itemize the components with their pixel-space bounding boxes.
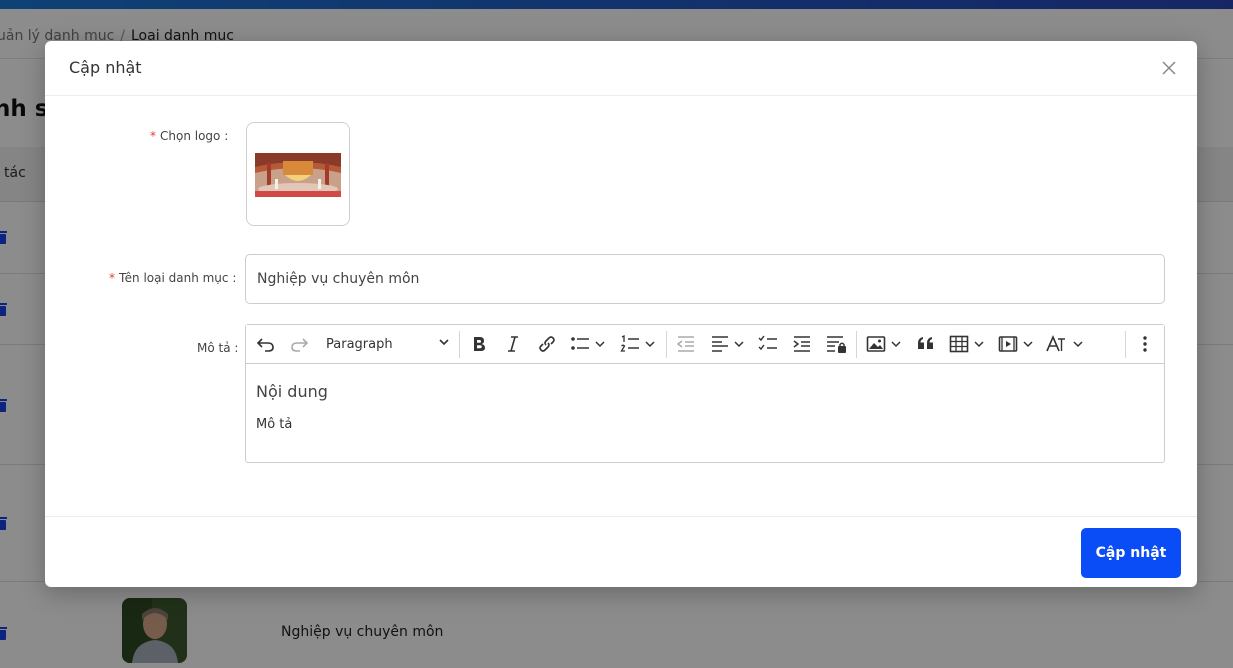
logo-preview-image xyxy=(255,153,341,197)
undo-icon[interactable] xyxy=(256,333,276,355)
redo-icon[interactable] xyxy=(289,333,309,355)
editor-content[interactable]: Nội dung Mô tả xyxy=(246,365,1164,462)
bold-icon[interactable] xyxy=(469,333,489,355)
toolbar-separator xyxy=(666,331,667,358)
text-style-icon[interactable] xyxy=(1046,333,1086,355)
media-icon[interactable] xyxy=(998,333,1036,355)
required-mark: * xyxy=(150,129,156,143)
indent-icon[interactable] xyxy=(792,333,812,355)
update-button[interactable]: Cập nhật xyxy=(1081,528,1181,578)
toolbar-separator xyxy=(856,331,857,358)
update-modal: Cập nhật * Chọn logo : * Tên loại danh m… xyxy=(45,41,1197,587)
category-name-input[interactable] xyxy=(245,254,1165,304)
paragraph-select[interactable]: Paragraph xyxy=(326,333,450,355)
editor-toolbar: Paragraph xyxy=(246,325,1164,364)
toolbar-separator xyxy=(459,331,460,358)
logo-label-text: Chọn logo : xyxy=(160,129,229,143)
blockquote-icon[interactable] xyxy=(916,333,936,355)
link-icon[interactable] xyxy=(537,333,557,355)
italic-icon[interactable] xyxy=(503,333,523,355)
chevron-down-icon xyxy=(438,336,450,352)
todo-list-icon[interactable] xyxy=(758,333,778,355)
name-label: * Tên loại danh mục : xyxy=(109,271,236,285)
logo-label: * Chọn logo : xyxy=(150,129,228,143)
outdent-icon[interactable] xyxy=(676,333,696,355)
image-icon[interactable] xyxy=(866,333,904,355)
paragraph-select-value: Paragraph xyxy=(326,336,393,352)
modal-footer: Cập nhật xyxy=(45,516,1197,587)
modal-title: Cập nhật xyxy=(69,58,142,77)
editor-heading[interactable]: Nội dung xyxy=(256,382,328,401)
required-mark: * xyxy=(109,271,115,285)
restricted-editing-icon[interactable] xyxy=(826,333,848,355)
bulleted-list-icon[interactable] xyxy=(570,333,606,355)
rich-text-editor: Paragraph Nội dung Mô tả xyxy=(245,324,1165,463)
more-icon[interactable] xyxy=(1135,333,1155,355)
toolbar-separator xyxy=(1125,331,1126,358)
modal-header: Cập nhật xyxy=(45,41,1197,96)
table-icon[interactable] xyxy=(949,333,987,355)
align-icon[interactable] xyxy=(710,333,746,355)
logo-upload[interactable] xyxy=(246,122,350,226)
editor-paragraph[interactable]: Mô tả xyxy=(256,417,292,432)
close-icon[interactable] xyxy=(1159,58,1179,78)
numbered-list-icon[interactable] xyxy=(620,333,656,355)
description-label: Mô tả : xyxy=(197,341,239,355)
name-label-text: Tên loại danh mục : xyxy=(119,271,237,285)
